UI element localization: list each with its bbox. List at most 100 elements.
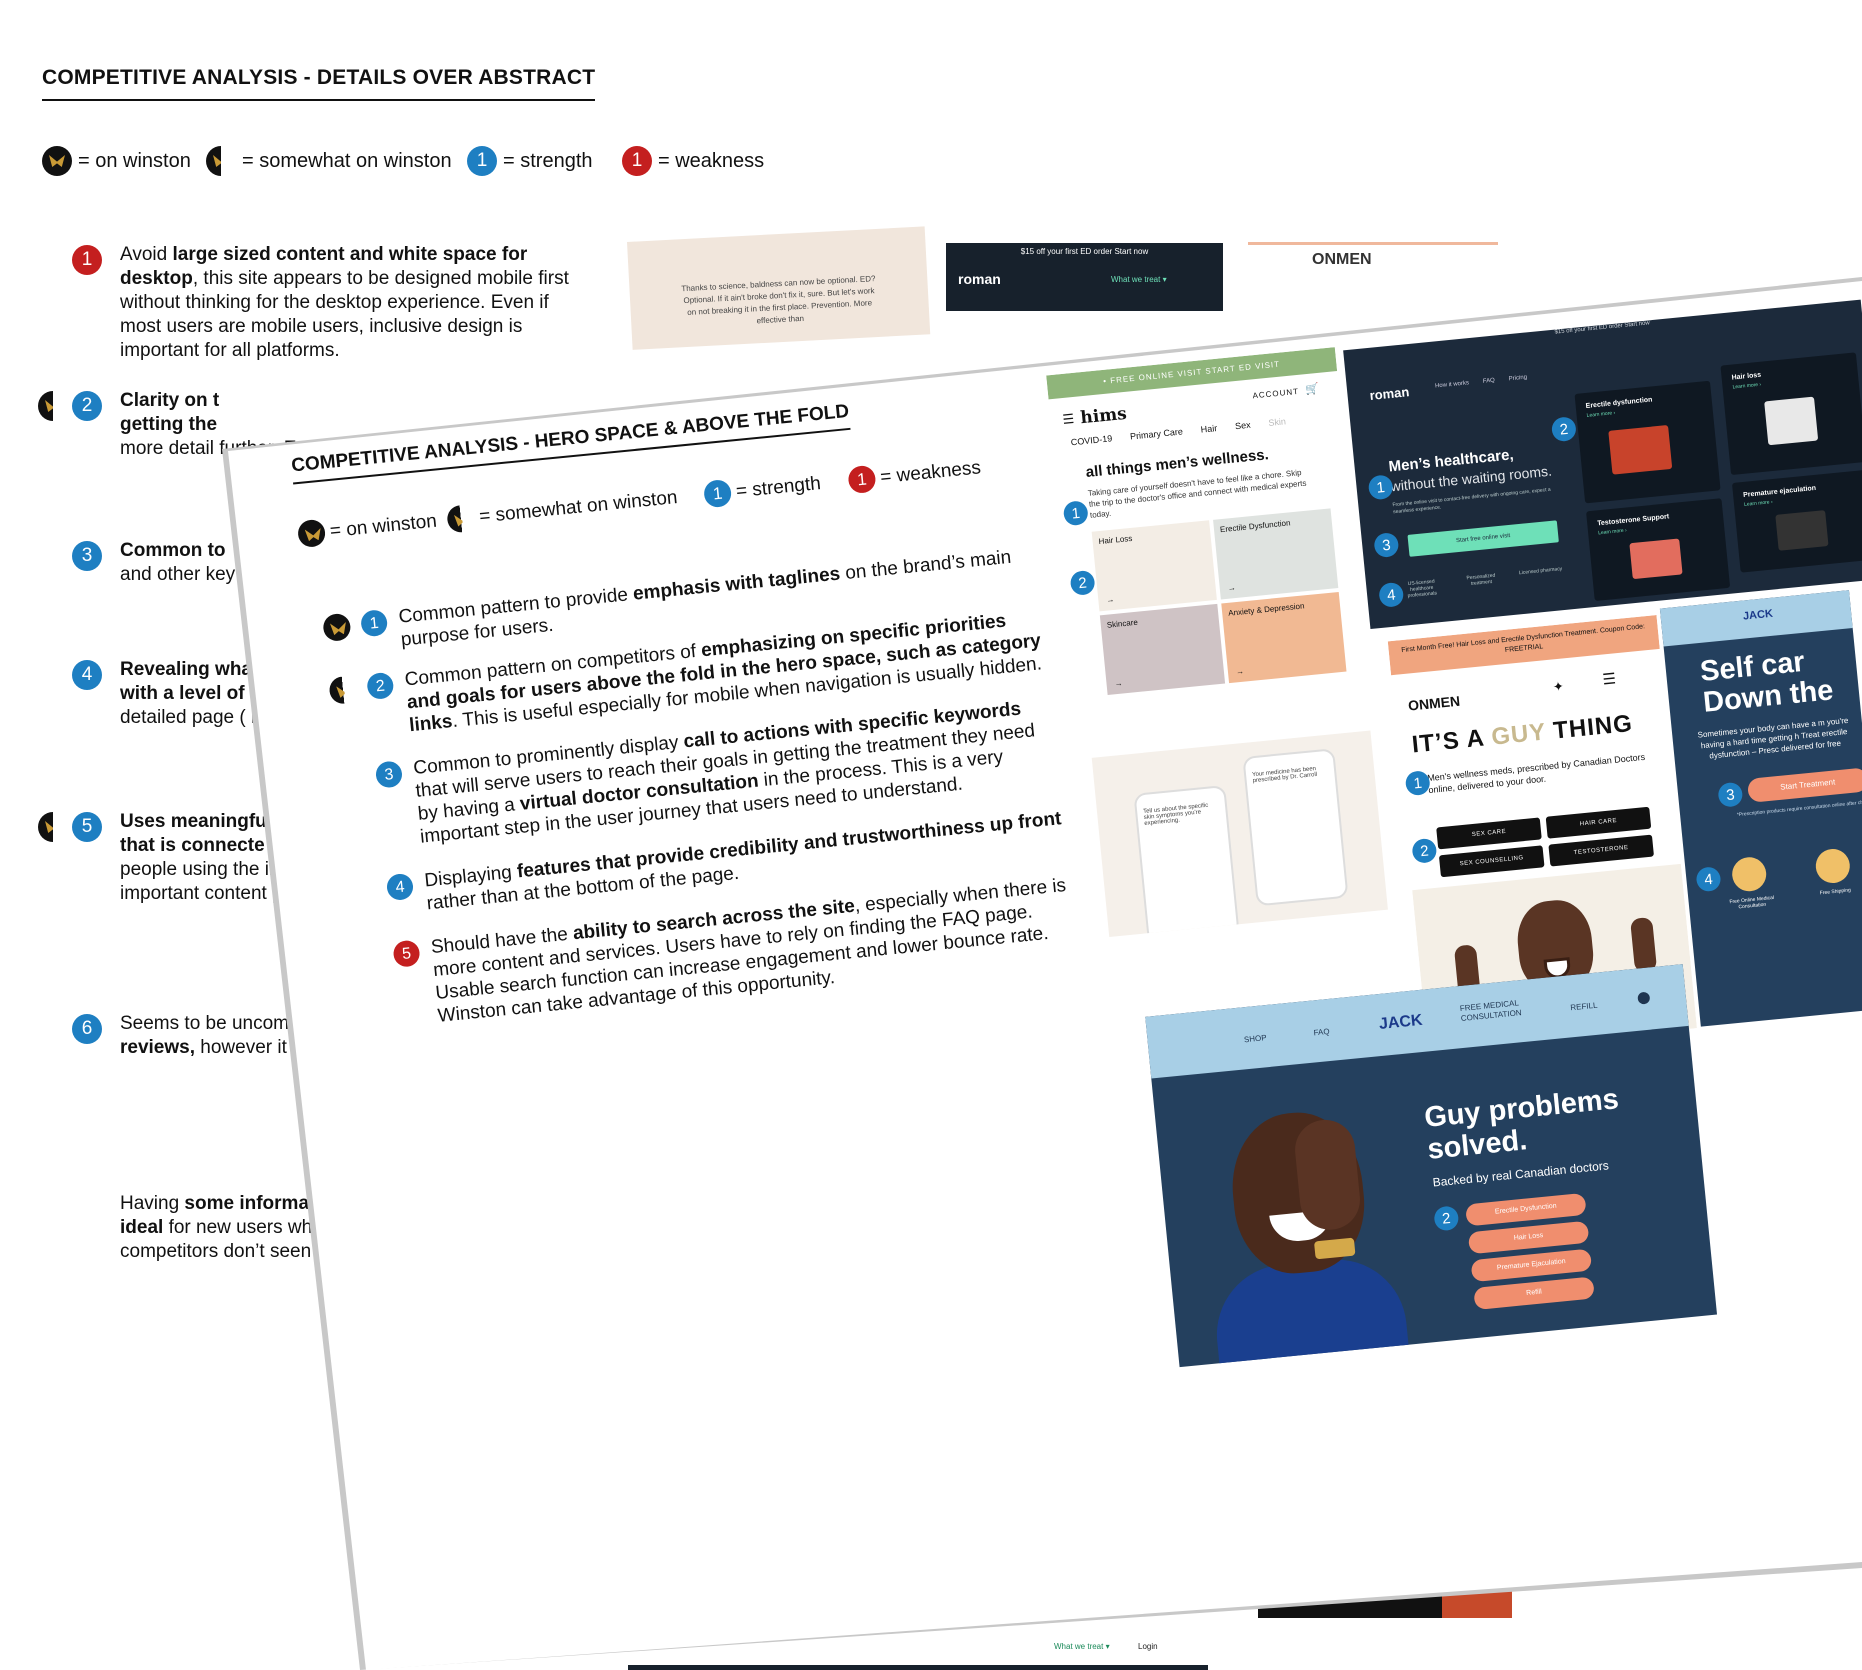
item-bold: with a level of [120, 683, 245, 704]
winston-logo-icon [322, 612, 352, 643]
legend-somewhat-on-winston: = somewhat on winston [446, 484, 679, 534]
roman-nav: How it works FAQ Pricing [1435, 375, 1528, 390]
roman-logo: roman [1368, 384, 1410, 403]
onmen-category-button: TESTOSTERONE [1548, 834, 1655, 867]
roman-feature: Licensed pharmacy [1518, 566, 1563, 577]
half-winston-logo-icon [328, 675, 358, 705]
tile-label: Skincare [1106, 617, 1139, 630]
arrow-right-icon: → [1235, 666, 1245, 677]
legend-weakness: 1 = weakness [847, 454, 982, 495]
item-number: 4 [385, 872, 415, 902]
onmen-subtext: Men's wellness meds, prescribed by Canad… [1426, 751, 1646, 796]
jack-category-pill: Premature Ejaculation [1470, 1248, 1593, 1283]
winston-logo-icon [42, 146, 72, 176]
phone-text: Tell us about the specific skin symptoms… [1142, 802, 1209, 827]
hims-tab: Sex [1234, 419, 1252, 432]
weakness-badge: 1 [622, 146, 652, 176]
legend-label: = weakness [658, 149, 765, 172]
roman-nav-item: How it works [1434, 380, 1470, 390]
item-bold: Common to [120, 540, 226, 561]
hims-screenshot: • FREE ONLINE VISIT START ED VISIT ☰ him… [1046, 347, 1370, 734]
legend-label: = somewhat on winston [242, 149, 452, 172]
menu-icon: ☰ [1061, 410, 1075, 428]
roman-screenshot: $15 off your first ED order Start now ro… [1343, 299, 1862, 630]
legend-label: = somewhat on winston [478, 486, 679, 527]
hims-tile-anxiety: Anxiety & Depression → [1221, 591, 1347, 684]
legend-label: = on winston [78, 149, 191, 172]
item-bold: ideal [120, 1217, 164, 1238]
item-bold: emphasis with taglines [632, 563, 842, 605]
legend-on-winston: = on winston [42, 146, 191, 176]
annotation-pin: 2 [1069, 569, 1096, 597]
thumbnail-beige-site: Thanks to science, baldness can now be o… [627, 226, 931, 350]
item-number: 2 [366, 671, 395, 701]
roman-nav-item: FAQ [1482, 377, 1496, 385]
item-text: Avoid [120, 244, 173, 265]
jack-fine-print: *Prescription products require consultat… [1736, 799, 1862, 819]
product-image [1629, 538, 1683, 580]
half-winston-logo-icon [206, 146, 236, 176]
hero-photo [1194, 1084, 1410, 1368]
roman-feature: US-licensed healthcare professionals [1407, 578, 1438, 600]
item-number: 5 [392, 939, 421, 968]
onmen-category-button: SEX COUNSELLING [1438, 845, 1545, 878]
item-bold: some informat [184, 1193, 316, 1214]
jack-mobile-subtext: Sometimes your body can have a m you're … [1697, 715, 1849, 761]
jack-start-treatment-button: Start Treatment [1746, 767, 1862, 803]
item-number: 1 [72, 245, 102, 275]
jack-nav-item: FAQ [1313, 1026, 1330, 1038]
item-bold: Clarity on t [120, 390, 220, 411]
item-bold: getting the [120, 414, 218, 435]
half-winston-logo-icon [38, 812, 68, 842]
thumbnail-onmen-site: ONMEN [1248, 242, 1498, 282]
weakness-badge: 1 [847, 464, 877, 495]
hims-tab: Primary Care [1129, 426, 1184, 442]
winston-logo-icon [296, 518, 327, 549]
thumbnail-nav-item: What we treat ▾ [1054, 1642, 1110, 1651]
hims-tab: COVID-19 [1070, 433, 1113, 448]
item-number: 5 [72, 812, 102, 842]
onmen-logo: ONMEN [1407, 692, 1461, 714]
jack-feature-label: Free Shipping [1819, 887, 1852, 897]
item-text: Seems to be uncom [120, 1013, 289, 1034]
photo-hand [1630, 916, 1658, 973]
roman-nav-item: Pricing [1508, 374, 1528, 383]
roman-card: Premature ejaculation Learn more › [1731, 469, 1862, 573]
item-number: 6 [72, 1014, 102, 1044]
annotation-pin: 2 [1411, 837, 1438, 864]
legend-strength: 1 = strength [467, 146, 593, 176]
legend-label: = weakness [879, 456, 982, 488]
legend-strength: 1 = strength [702, 470, 822, 509]
headline-part: THING [1544, 709, 1635, 746]
hims-tile-skincare: Skincare → [1099, 603, 1226, 695]
item-number: 3 [374, 760, 404, 789]
product-image [1764, 396, 1819, 446]
legend-somewhat-on-winston: = somewhat on winston [206, 146, 452, 176]
annotation-pin: 4 [1695, 866, 1722, 893]
jack-nav-item: FREE MEDICAL CONSULTATION [1459, 998, 1522, 1024]
thumbnail-menu: What we treat ▾ [1111, 275, 1167, 284]
jack-feature-label: Free Online Medical Consultation [1729, 894, 1775, 911]
annotation-pin: 3 [1373, 531, 1400, 559]
phone-mockup: Your medicine has been prescribed by Dr.… [1242, 748, 1349, 907]
phone-mockup: Tell us about the specific skin symptoms… [1133, 784, 1240, 937]
jack-mobile-headline: Self car Down the [1698, 645, 1835, 719]
jack-headline: Guy problems solved. [1422, 1083, 1621, 1166]
item-text: Having [120, 1193, 185, 1214]
legend-label: = strength [734, 472, 822, 502]
item-number: 3 [72, 541, 102, 571]
legend-label: = strength [503, 149, 593, 172]
legend-label: = on winston [328, 510, 438, 542]
roman-card: Hair loss Learn more › [1720, 352, 1862, 476]
menu-icon: ☰ [1601, 670, 1617, 689]
roman-logo: roman [958, 271, 1001, 287]
user-icon [1637, 991, 1651, 1005]
arrow-right-icon: → [1114, 678, 1123, 689]
headline-part: IT’S A [1410, 723, 1493, 759]
onmen-category-button: SEX CARE [1436, 817, 1542, 850]
item-bold: Uses meaningfu [120, 811, 267, 832]
jack-nav-item: SHOP [1243, 1033, 1267, 1045]
headline-highlight: GUY [1490, 718, 1548, 751]
annotation-pin: 3 [1717, 781, 1744, 808]
item-bold: reviews, [120, 1037, 195, 1058]
